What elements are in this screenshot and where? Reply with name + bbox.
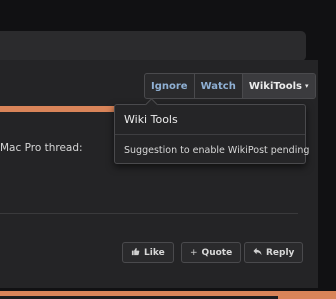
like-label: Like <box>144 247 165 258</box>
thumbs-up-icon <box>131 247 140 259</box>
reply-button[interactable]: Reply <box>244 242 304 263</box>
quote-button[interactable]: + Quote <box>181 242 242 263</box>
wikitools-button[interactable]: WikiTools ▾ <box>242 74 315 98</box>
post-accent-bar <box>0 106 125 112</box>
thread-toolbar: Ignore Watch WikiTools ▾ <box>144 73 316 99</box>
quote-label: Quote <box>201 247 233 258</box>
like-button[interactable]: Like <box>122 242 174 263</box>
watch-button[interactable]: Watch <box>195 74 243 98</box>
post-text-snippet: Mac Pro thread: <box>0 142 83 154</box>
reply-label: Reply <box>266 247 295 258</box>
ignore-label: Ignore <box>151 80 188 92</box>
ignore-button[interactable]: Ignore <box>145 74 195 98</box>
header-bar <box>0 31 306 61</box>
plus-icon: + <box>190 247 198 258</box>
post-divider <box>0 213 298 214</box>
wikitools-dropdown: Wiki Tools Suggestion to enable WikiPost… <box>114 104 309 164</box>
chevron-down-icon: ▾ <box>305 82 309 90</box>
dropdown-title: Wiki Tools <box>124 113 178 126</box>
reply-arrow-icon <box>253 247 262 259</box>
watch-label: Watch <box>200 80 236 92</box>
dropdown-item-wikipost-pending[interactable]: Suggestion to enable WikiPost pending <box>124 145 309 156</box>
wikitools-label: WikiTools <box>248 80 302 92</box>
dropdown-divider <box>115 134 305 135</box>
